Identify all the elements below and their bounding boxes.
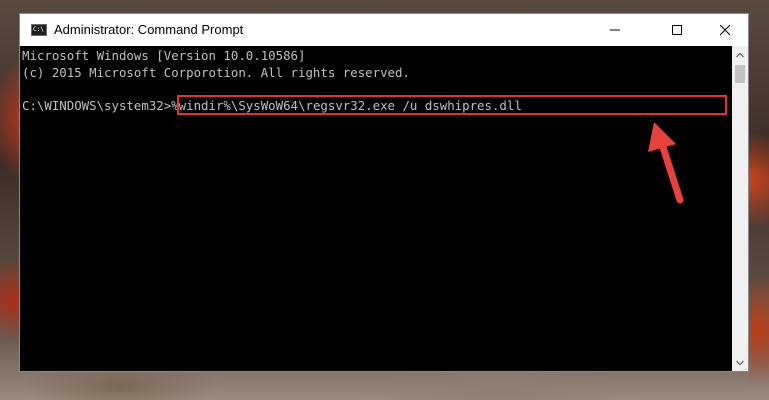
scroll-down-button[interactable] xyxy=(732,354,748,371)
scrollbar-thumb[interactable] xyxy=(735,65,745,83)
maximize-icon xyxy=(672,25,682,35)
close-button[interactable] xyxy=(702,14,748,46)
console-copyright-line: (c) 2015 Microsoft Corporotion. All righ… xyxy=(22,65,410,80)
minimize-button[interactable] xyxy=(592,14,638,46)
chevron-down-icon xyxy=(736,360,744,365)
console-prompt: C:\WINDOWS\system32> xyxy=(22,98,172,113)
scroll-up-button[interactable] xyxy=(732,46,748,63)
vertical-scrollbar[interactable] xyxy=(732,46,748,371)
console-output[interactable]: Microsoft Windows [Version 10.0.10586] (… xyxy=(20,46,732,371)
window-title: Administrator: Command Prompt xyxy=(54,22,244,37)
title-bar[interactable]: C:\ Administrator: Command Prompt xyxy=(20,14,748,46)
cmd-icon[interactable]: C:\ xyxy=(31,24,47,36)
command-highlight-box xyxy=(177,95,727,115)
console-version-line: Microsoft Windows [Version 10.0.10586] xyxy=(22,48,306,63)
pointer-arrow-icon xyxy=(648,122,684,204)
minimize-icon xyxy=(610,29,620,31)
close-icon xyxy=(720,25,730,35)
chevron-up-icon xyxy=(736,52,744,57)
maximize-button[interactable] xyxy=(654,14,700,46)
